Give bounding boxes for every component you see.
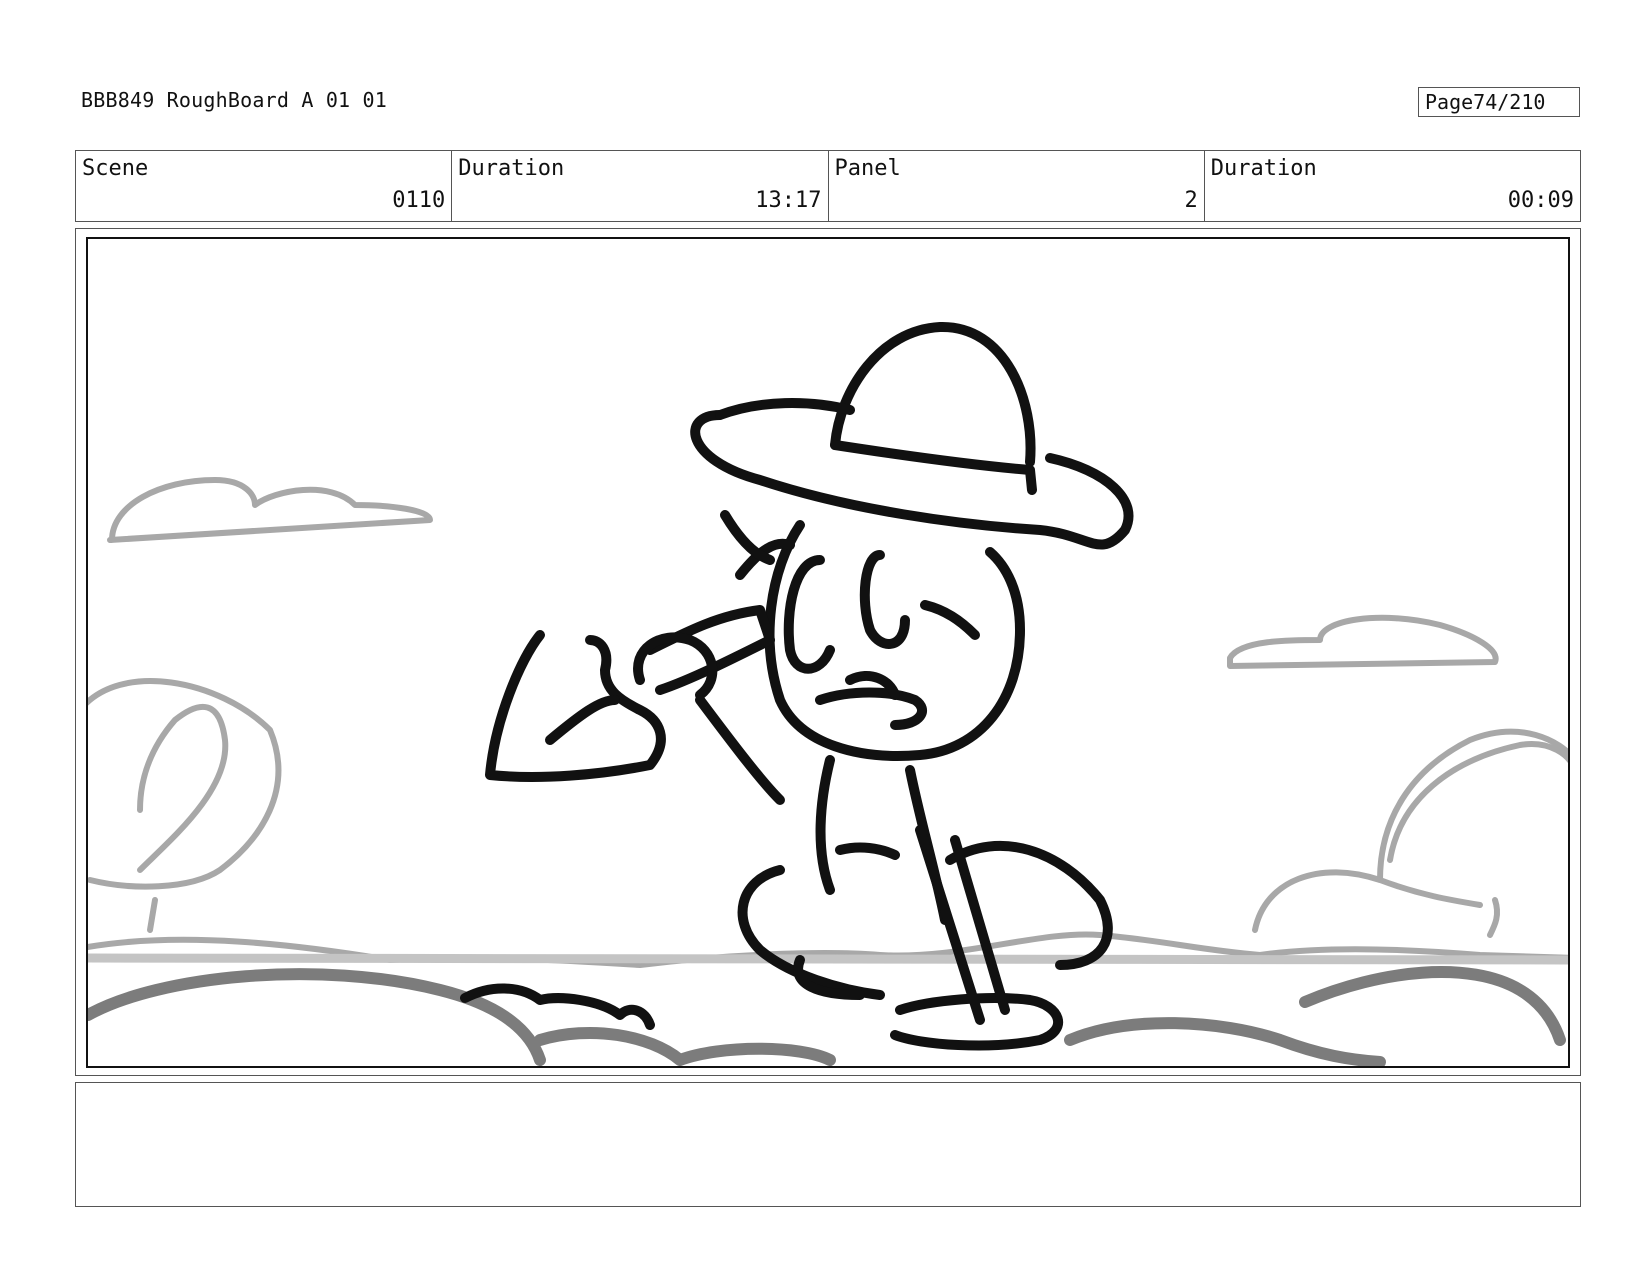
board-title: BBB849 RoughBoard A 01 01 (81, 88, 388, 112)
hair-2 (720, 510, 775, 565)
horizon-line (88, 953, 1568, 965)
hat-crown (830, 321, 1036, 467)
cloud-right (1227, 614, 1499, 669)
mouth (815, 687, 927, 730)
leg-left (737, 865, 885, 1000)
panel-label: Panel (834, 156, 901, 181)
hill-right (1299, 966, 1566, 1046)
tree-left-trunk (137, 703, 229, 873)
scene-label: Scene (82, 156, 149, 181)
arm (695, 695, 785, 805)
panel-number: 2 (1184, 188, 1198, 213)
scene-cell: Scene 0110 (76, 151, 453, 221)
tree-right-2 (1387, 741, 1568, 863)
panel-cell: Panel 2 (829, 151, 1205, 221)
hat-brim (690, 410, 1134, 550)
scene-duration-cell: Duration 13:17 (452, 151, 829, 221)
storyboard-panel (86, 237, 1570, 1068)
bush-right (1252, 869, 1483, 933)
tree-left-stem (147, 897, 158, 933)
panel-duration-value: 00:09 (1507, 188, 1574, 213)
page-label: Page (1425, 90, 1474, 114)
hill-middle (534, 1026, 836, 1066)
belt (835, 842, 900, 860)
scene-info-row: Scene 0110 Duration 13:17 Panel 2 Durati… (75, 150, 1581, 222)
eyebrow (920, 600, 980, 640)
page-indicator: Page 74/210 (1418, 87, 1580, 117)
shovel-shaft-2 (950, 835, 1010, 1015)
hill-left (88, 968, 546, 1066)
eye-left (783, 555, 835, 674)
scene-number: 0110 (392, 188, 446, 213)
cloud-left (107, 477, 433, 543)
page-number: 74/210 (1473, 90, 1546, 114)
notes-box (75, 1082, 1581, 1207)
hill-right-small (1064, 1017, 1386, 1066)
tree-right (1377, 728, 1568, 883)
scene-duration-value: 13:17 (755, 188, 822, 213)
hat-brim-top (715, 398, 855, 420)
hat-band (830, 440, 1037, 495)
eye-right (859, 550, 910, 649)
scene-duration-label: Duration (458, 156, 565, 181)
bush-right-stem (1487, 897, 1501, 938)
body-left (815, 755, 835, 895)
panel-duration-cell: Duration 00:09 (1205, 151, 1580, 221)
sketch-drawing (88, 321, 1568, 1066)
panel-duration-label: Duration (1210, 156, 1317, 181)
shovel-blade-inner (545, 695, 620, 745)
